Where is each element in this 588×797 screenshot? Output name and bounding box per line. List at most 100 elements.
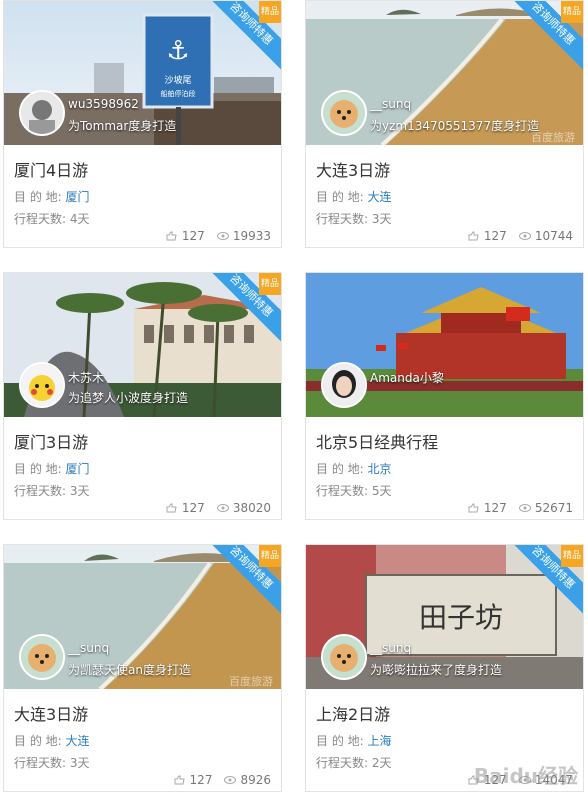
days-row: 行程天数: 2天: [316, 754, 392, 771]
author-name[interactable]: __sunq: [370, 641, 411, 655]
like-icon: [174, 775, 185, 785]
made-for-text: 为嘭嘭拉拉来了度身打造: [370, 663, 503, 677]
view-icon: [518, 504, 531, 512]
like-icon: [166, 503, 177, 513]
days-row: 行程天数: 3天: [14, 482, 90, 499]
card-stats: 127 10744: [468, 229, 573, 243]
destination-label: 目 的 地:: [316, 734, 364, 748]
avatar[interactable]: [19, 90, 65, 136]
like-count: 127: [181, 501, 205, 515]
trip-card[interactable]: 咨询师特惠 精品 木苏木 为追梦人小波度身打造 厦门3日游 目 的 地: 厦门 …: [3, 272, 282, 520]
like-count: 127: [483, 501, 507, 515]
svg-text:船舶停泊段: 船舶停泊段: [161, 89, 196, 98]
days-label: 行程天数:: [14, 756, 67, 770]
destination-link[interactable]: 厦门: [66, 462, 90, 476]
days-row: 行程天数: 4天: [14, 210, 90, 227]
card-stats: 127 52671: [468, 501, 573, 515]
trip-card[interactable]: Amanda小黎 北京5日经典行程 目 的 地: 北京 行程天数: 5天 127…: [305, 272, 584, 520]
like-count: 127: [483, 229, 507, 243]
days-value: 3天: [69, 484, 90, 498]
featured-tag: 精品: [561, 545, 583, 567]
card-stats: 127 8926: [174, 773, 271, 787]
destination-row: 目 的 地: 厦门: [14, 188, 90, 205]
made-for-text: 为Tommar度身打造: [68, 119, 177, 133]
view-count: 19933: [232, 229, 271, 243]
days-label: 行程天数:: [316, 212, 369, 226]
baidu-watermark: Baidu经验: [473, 764, 578, 788]
days-row: 行程天数: 3天: [316, 210, 392, 227]
svg-text:沙坡尾: 沙坡尾: [164, 74, 191, 86]
trip-title[interactable]: 北京5日经典行程: [316, 429, 438, 453]
trip-title[interactable]: 大连3日游: [14, 701, 88, 725]
like-count: 127: [189, 773, 213, 787]
days-label: 行程天数:: [316, 756, 369, 770]
made-for-text: 为追梦人小波度身打造: [68, 391, 189, 405]
featured-tag: 精品: [259, 1, 281, 23]
days-value: 2天: [371, 756, 392, 770]
view-count: 38020: [232, 501, 271, 515]
trip-photo[interactable]: 咨询师特惠 精品 木苏木 为追梦人小波度身打造: [4, 273, 281, 417]
destination-link[interactable]: 大连: [368, 190, 392, 204]
trip-photo[interactable]: ⚓ 沙坡尾 船舶停泊段 咨询师特惠 精品 wu3598962 为Tommar度身…: [4, 1, 281, 145]
view-icon: [518, 232, 531, 240]
trip-title[interactable]: 厦门4日游: [14, 157, 88, 181]
trip-card[interactable]: 咨询师特惠 精品 __sunq 为凯瑟天使an度身打造 百度旅游 大连3日游 目…: [3, 544, 282, 792]
view-icon: [224, 776, 237, 784]
like-icon: [468, 231, 479, 241]
days-value: 3天: [69, 756, 90, 770]
trip-photo[interactable]: 咨询师特惠 精品 __sunq 为凯瑟天使an度身打造 百度旅游: [4, 545, 281, 689]
trip-card[interactable]: ⚓ 沙坡尾 船舶停泊段 咨询师特惠 精品 wu3598962 为Tommar度身…: [3, 0, 282, 248]
trip-title[interactable]: 厦门3日游: [14, 429, 88, 453]
avatar[interactable]: [321, 362, 367, 408]
destination-label: 目 的 地:: [14, 734, 62, 748]
destination-row: 目 的 地: 大连: [14, 732, 90, 749]
trip-title[interactable]: 上海2日游: [316, 701, 390, 725]
destination-label: 目 的 地:: [316, 190, 364, 204]
author-name[interactable]: __sunq: [370, 97, 411, 111]
like-icon: [166, 231, 177, 241]
destination-link[interactable]: 北京: [368, 462, 392, 476]
trip-title[interactable]: 大连3日游: [316, 157, 390, 181]
photo-watermark: 百度旅游: [531, 131, 575, 144]
destination-label: 目 的 地:: [14, 190, 62, 204]
author-name[interactable]: wu3598962: [68, 97, 139, 111]
svg-text:⚓: ⚓: [166, 36, 189, 66]
trip-photo[interactable]: Amanda小黎: [306, 273, 583, 417]
avatar[interactable]: [19, 362, 65, 408]
days-label: 行程天数:: [14, 484, 67, 498]
destination-link[interactable]: 厦门: [66, 190, 90, 204]
days-row: 行程天数: 5天: [316, 482, 392, 499]
avatar[interactable]: [321, 634, 367, 680]
destination-link[interactable]: 大连: [66, 734, 90, 748]
author-name[interactable]: 木苏木: [68, 369, 104, 386]
avatar[interactable]: [321, 90, 367, 136]
author-name[interactable]: __sunq: [68, 641, 109, 655]
author-name[interactable]: Amanda小黎: [370, 369, 444, 386]
view-count: 10744: [534, 229, 573, 243]
days-value: 4天: [69, 212, 90, 226]
days-label: 行程天数:: [14, 212, 67, 226]
card-stats: 127 38020: [166, 501, 271, 515]
days-value: 3天: [371, 212, 392, 226]
featured-tag: 精品: [259, 273, 281, 295]
trip-card[interactable]: 田子坊 咨询师特惠 精品 __sunq 为嘭嘭拉拉来了度身打造 上海2日游 目 …: [305, 544, 584, 792]
featured-tag: 精品: [561, 1, 583, 23]
svg-text:田子坊: 田子坊: [419, 601, 503, 634]
avatar[interactable]: [19, 634, 65, 680]
made-for-text: 为凯瑟天使an度身打造: [68, 663, 191, 677]
view-count: 52671: [534, 501, 573, 515]
like-count: 127: [181, 229, 205, 243]
card-stats: 127 19933: [166, 229, 271, 243]
destination-link[interactable]: 上海: [368, 734, 392, 748]
trip-photo[interactable]: 咨询师特惠 精品 __sunq 为yzm13470551377度身打造 百度旅游: [306, 1, 583, 145]
trip-photo[interactable]: 田子坊 咨询师特惠 精品 __sunq 为嘭嘭拉拉来了度身打造: [306, 545, 583, 689]
destination-label: 目 的 地:: [316, 462, 364, 476]
destination-label: 目 的 地:: [14, 462, 62, 476]
featured-tag: 精品: [259, 545, 281, 567]
destination-row: 目 的 地: 北京: [316, 460, 392, 477]
trip-card[interactable]: 咨询师特惠 精品 __sunq 为yzm13470551377度身打造 百度旅游…: [305, 0, 584, 248]
photo-watermark: 百度旅游: [229, 675, 273, 688]
destination-row: 目 的 地: 上海: [316, 732, 392, 749]
like-icon: [468, 503, 479, 513]
made-for-text: 为yzm13470551377度身打造: [370, 119, 540, 133]
